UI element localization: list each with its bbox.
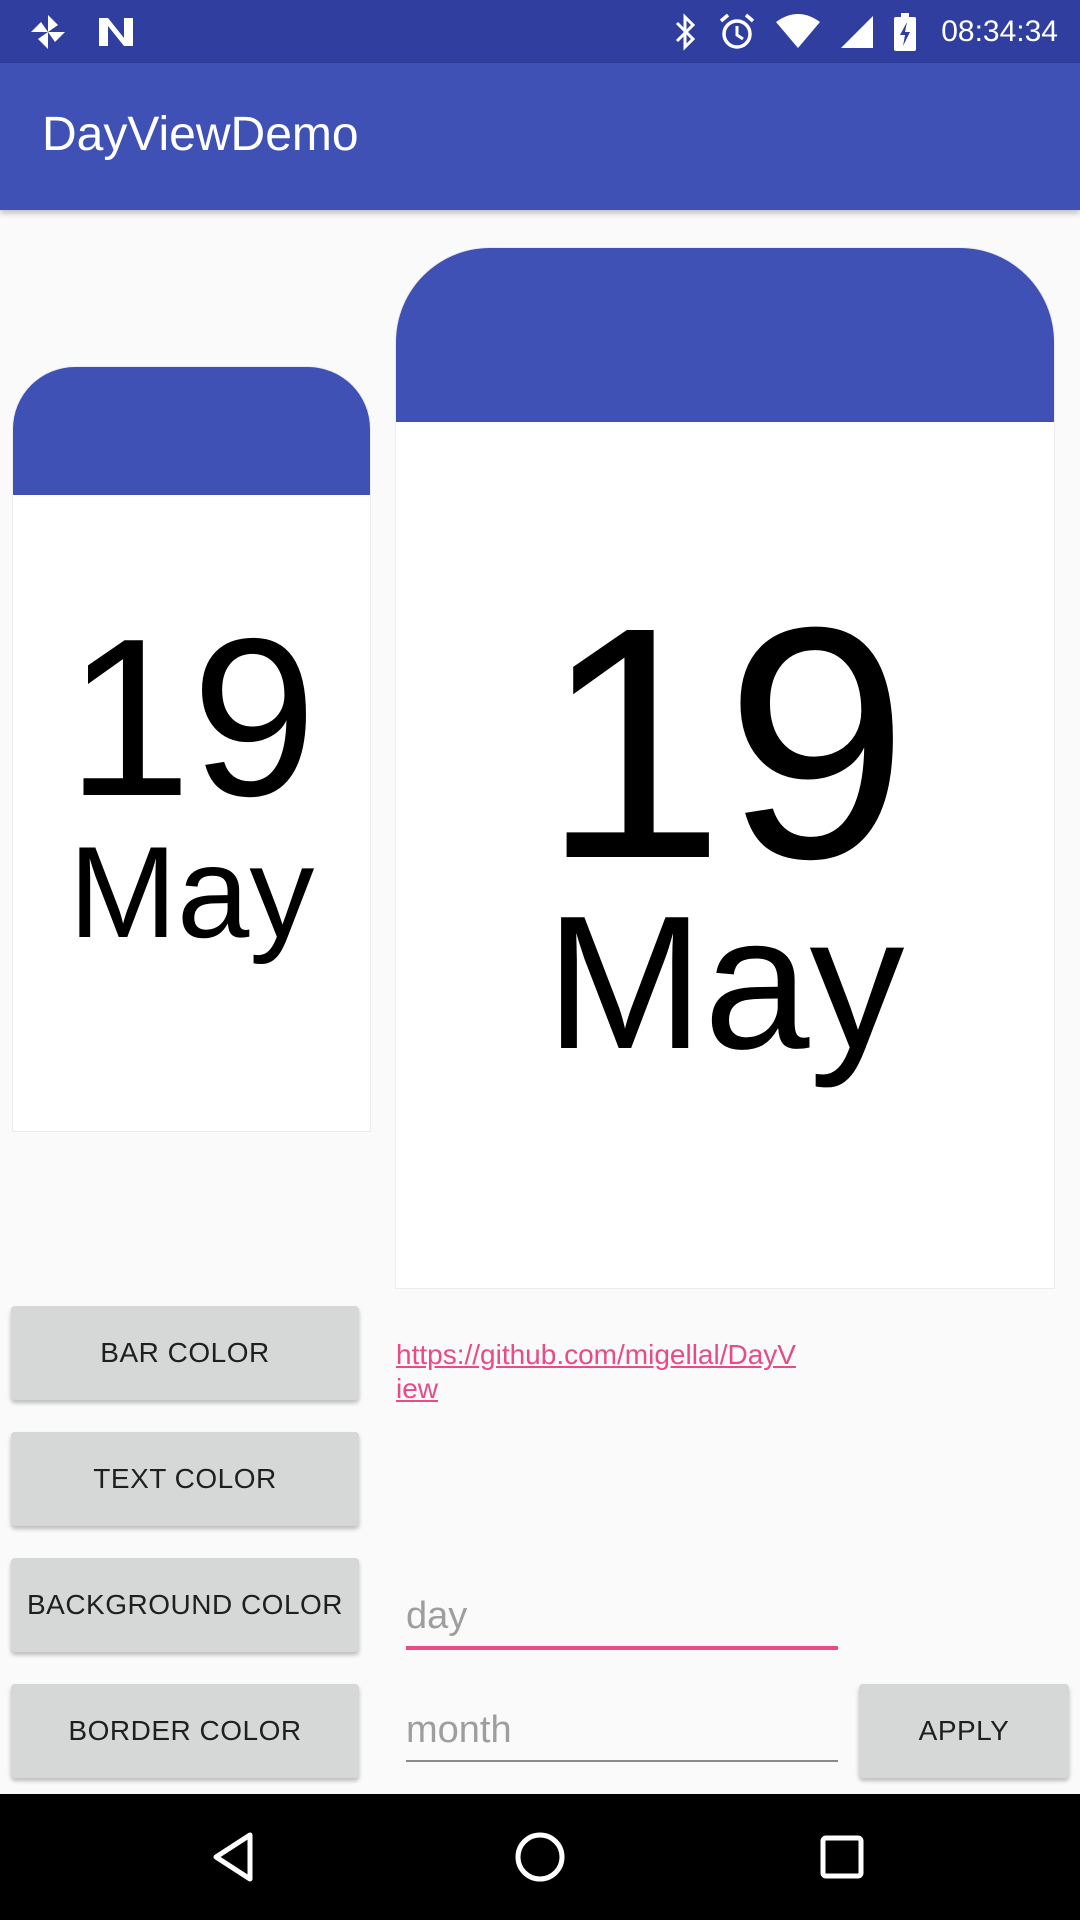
text-color-button[interactable]: TEXT COLOR [11, 1432, 359, 1526]
battery-icon [893, 12, 917, 52]
apply-button[interactable]: APPLY [859, 1684, 1069, 1778]
pinwheel-icon [28, 12, 68, 52]
status-right: 08:34:34 [671, 0, 1058, 63]
day-view-bar [13, 367, 370, 495]
day-view-large: 19 May [396, 248, 1054, 1288]
recents-icon[interactable] [812, 1827, 872, 1887]
repo-link[interactable]: https://github.com/migellal/DayView [396, 1338, 796, 1406]
day-view-bar [396, 248, 1054, 422]
screen: 08:34:34 DayViewDemo 19 May 19 May BAR C… [0, 0, 1080, 1920]
back-icon[interactable] [206, 1827, 266, 1887]
month-name: May [545, 877, 905, 1089]
background-color-button[interactable]: BACKGROUND COLOR [11, 1558, 359, 1652]
border-color-button[interactable]: BORDER COLOR [11, 1684, 359, 1778]
cell-signal-icon [839, 14, 875, 50]
day-number: 19 [66, 591, 317, 843]
repo-link-text: https://github.com/migellal/DayView [396, 1339, 796, 1404]
month-input[interactable] [406, 1700, 838, 1762]
n-logo-icon [96, 14, 136, 50]
home-icon[interactable] [510, 1827, 570, 1887]
app-title: DayViewDemo [42, 108, 359, 161]
navigation-bar [0, 1794, 1080, 1920]
day-input[interactable] [406, 1586, 838, 1650]
bluetooth-icon [671, 12, 699, 52]
wifi-icon [775, 13, 821, 50]
status-bar: 08:34:34 [0, 0, 1080, 63]
month-name: May [68, 819, 315, 965]
app-bar: DayViewDemo [0, 63, 1080, 210]
alarm-icon [717, 12, 757, 52]
day-view-small: 19 May [13, 367, 370, 1131]
bar-color-button[interactable]: BAR COLOR [11, 1306, 359, 1400]
status-time: 08:34:34 [941, 14, 1058, 48]
status-left [28, 0, 136, 63]
day-number: 19 [541, 558, 909, 927]
